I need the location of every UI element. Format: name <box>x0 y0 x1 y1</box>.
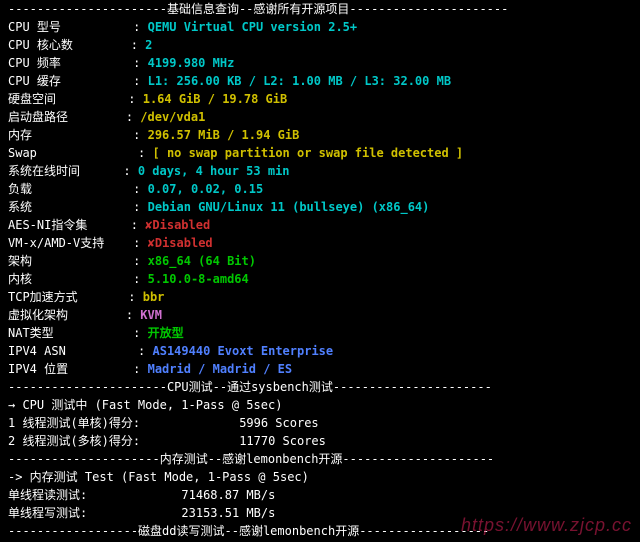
vmx-label: VM-x/AMD-V支持 <box>8 234 104 252</box>
cpu-model: QEMU Virtual CPU version 2.5+ <box>148 20 358 34</box>
cpu-cores: 2 <box>145 38 152 52</box>
asn: AS149440 Evoxt Enterprise <box>153 344 334 358</box>
mem-write: 23153.51 MB/s <box>181 506 275 520</box>
system-label: 系统 <box>8 198 32 216</box>
nat-label: NAT类型 <box>8 324 54 342</box>
cpu-cores-label: CPU 核心数 <box>8 36 73 54</box>
vmx-status: ✘Disabled <box>148 236 213 250</box>
boot-path: /dev/vda1 <box>140 110 205 124</box>
cpu-test-mode: → CPU 测试中 (Fast Mode, 1-Pass @ 5sec) <box>8 396 632 414</box>
cpu-model-label: CPU 型号 <box>8 18 61 36</box>
uptime-label: 系统在线时间 <box>8 162 80 180</box>
tcp-label: TCP加速方式 <box>8 288 78 306</box>
memory-label: 内存 <box>8 126 32 144</box>
virt: KVM <box>140 308 162 322</box>
section-cpu-header: CPU测试--通过sysbench测试 <box>167 380 333 394</box>
cpu-single-score: 5996 Scores <box>239 416 318 430</box>
cpu-multi-score: 11770 Scores <box>239 434 326 448</box>
tcp-cc: bbr <box>143 290 165 304</box>
cpu-freq: 4199.980 MHz <box>148 56 235 70</box>
kernel: 5.10.0-8-amd64 <box>148 272 249 286</box>
loc-label: IPV4 位置 <box>8 360 68 378</box>
virt-label: 虚拟化架构 <box>8 306 68 324</box>
section-disk-header: 磁盘dd读写测试--感谢lemonbench开源 <box>138 524 359 538</box>
asn-label: IPV4 ASN <box>8 342 66 360</box>
mem-read-label: 单线程读测试: <box>8 488 87 502</box>
arch: x86_64 (64 Bit) <box>148 254 256 268</box>
cpu-freq-label: CPU 频率 <box>8 54 61 72</box>
disk-space: 1.64 GiB / 19.78 GiB <box>143 92 288 106</box>
swap-label: Swap <box>8 144 37 162</box>
aesni-label: AES-NI指令集 <box>8 216 87 234</box>
load-label: 负载 <box>8 180 32 198</box>
location: Madrid / Madrid / ES <box>148 362 293 376</box>
memory: 296.57 MiB / 1.94 GiB <box>148 128 300 142</box>
bootpath-label: 启动盘路径 <box>8 108 68 126</box>
aesni-status: ✘Disabled <box>145 218 210 232</box>
nat-type: 开放型 <box>148 326 184 340</box>
mem-write-label: 单线程写测试: <box>8 506 87 520</box>
load: 0.07, 0.02, 0.15 <box>148 182 264 196</box>
kernel-label: 内核 <box>8 270 32 288</box>
arch-label: 架构 <box>8 252 32 270</box>
disk-label: 硬盘空间 <box>8 90 56 108</box>
section-basic-header: 基础信息查询--感谢所有开源项目 <box>167 2 349 16</box>
cpu-multi-label: 2 线程测试(多核)得分: <box>8 434 140 448</box>
mem-test-mode: -> 内存测试 Test (Fast Mode, 1-Pass @ 5sec) <box>8 468 632 486</box>
cross-icon: ✘ <box>148 236 155 250</box>
terminal-output: ----------------------基础信息查询--感谢所有开源项目--… <box>0 0 640 542</box>
system: Debian GNU/Linux 11 (bullseye) (x86_64) <box>148 200 430 214</box>
cpu-single-label: 1 线程测试(单核)得分: <box>8 416 140 430</box>
section-mem-header: 内存测试--感谢lemonbench开源 <box>160 452 343 466</box>
cpu-cache-label: CPU 缓存 <box>8 72 61 90</box>
cpu-cache: L1: 256.00 KB / L2: 1.00 MB / L3: 32.00 … <box>148 74 451 88</box>
mem-read: 71468.87 MB/s <box>181 488 275 502</box>
swap: [ no swap partition or swap file detecte… <box>153 146 464 160</box>
uptime: 0 days, 4 hour 53 min <box>138 164 290 178</box>
